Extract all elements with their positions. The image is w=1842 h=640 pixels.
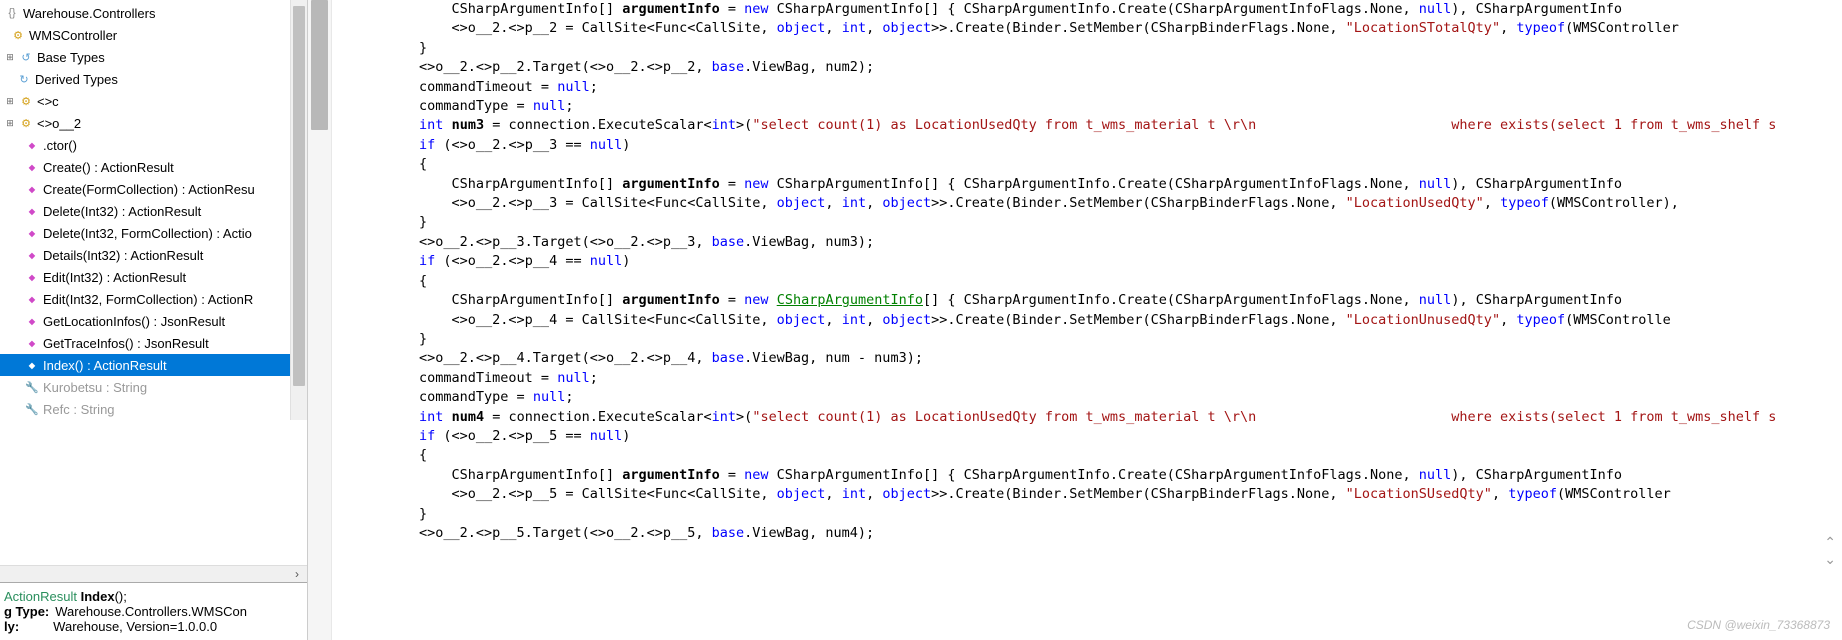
method-icon [24,335,40,351]
create-member[interactable]: Create() : ActionResult [0,156,307,178]
namespace-label: Warehouse.Controllers [23,6,155,21]
gen-c-label: <>c [37,94,59,109]
namespace-icon: {} [4,5,20,21]
sidebar-panel: {}Warehouse.Controllers ⚙WMSController ⊞… [0,0,308,640]
member-label: GetTraceInfos() : JsonResult [43,336,209,351]
method-icon [24,247,40,263]
gen-o2-label: <>o__2 [37,116,81,131]
basetypes-node[interactable]: ⊞↺Base Types [0,46,307,68]
member-label: Create() : ActionResult [43,160,174,175]
class-node[interactable]: ⚙WMSController [0,24,307,46]
property-icon: 🔧 [24,379,40,395]
edit-fc-member[interactable]: Edit(Int32, FormCollection) : ActionR [0,288,307,310]
method-icon [24,357,40,373]
horizontal-scrollbar[interactable]: › [0,565,307,582]
scroll-right-icon[interactable]: › [295,567,299,581]
type-tree[interactable]: {}Warehouse.Controllers ⚙WMSController ⊞… [0,0,307,565]
method-icon [24,225,40,241]
delete-fc-member[interactable]: Delete(Int32, FormCollection) : Actio [0,222,307,244]
expand-icon[interactable]: ⊞ [4,95,16,107]
declaring-type: g Type:Warehouse.Controllers.WMSCon [4,604,303,619]
method-icon [24,137,40,153]
signature: ActionResult Index(); [4,589,303,604]
create-fc-member[interactable]: Create(FormCollection) : ActionResu [0,178,307,200]
code-editor-panel: CSharpArgumentInfo[] argumentInfo = new … [308,0,1842,640]
watermark: CSDN @weixin_73368873 [1687,618,1830,632]
member-label: GetLocationInfos() : JsonResult [43,314,225,329]
index-member-selected[interactable]: Index() : ActionResult [0,354,307,376]
member-label: Delete(Int32, FormCollection) : Actio [43,226,252,241]
property-icon: 🔧 [24,401,40,417]
member-label: Details(Int32) : ActionResult [43,248,203,263]
prop-label: Refc : String [43,402,115,417]
editor-scrollbar[interactable] [308,0,332,640]
member-label: Edit(Int32, FormCollection) : ActionR [43,292,253,307]
member-label: .ctor() [43,138,77,153]
assembly: ly:Warehouse, Version=1.0.0.0 [4,619,303,634]
namespace-node[interactable]: {}Warehouse.Controllers [0,2,307,24]
method-icon [24,313,40,329]
member-info-panel: ActionResult Index(); g Type:Warehouse.C… [0,582,307,640]
getlocation-member[interactable]: GetLocationInfos() : JsonResult [0,310,307,332]
method-icon [24,203,40,219]
basetypes-icon: ↺ [18,49,34,65]
prop-label: Kurobetsu : String [43,380,147,395]
scrollbar-thumb[interactable] [311,0,328,130]
method-icon [24,181,40,197]
kurobetsu-prop[interactable]: 🔧Kurobetsu : String [0,376,307,398]
scrollbar-thumb[interactable] [293,6,305,386]
class-icon: ⚙ [18,93,34,109]
derivedtypes-label: Derived Types [35,72,118,87]
derivedtypes-icon: ↻ [16,71,32,87]
tree-scrollbar[interactable] [290,0,307,420]
gettrace-member[interactable]: GetTraceInfos() : JsonResult [0,332,307,354]
gen-c-node[interactable]: ⊞⚙<>c [0,90,307,112]
member-label: Create(FormCollection) : ActionResu [43,182,255,197]
member-label: Edit(Int32) : ActionResult [43,270,186,285]
expand-icon[interactable]: ⊞ [4,51,16,63]
member-label: Delete(Int32) : ActionResult [43,204,201,219]
code-editor[interactable]: CSharpArgumentInfo[] argumentInfo = new … [308,0,1842,543]
delete-member[interactable]: Delete(Int32) : ActionResult [0,200,307,222]
member-label: Index() : ActionResult [43,358,167,373]
class-label: WMSController [29,28,117,43]
nav-arrows[interactable]: ⌃⌄ [1824,534,1836,568]
derivedtypes-node[interactable]: ↻Derived Types [0,68,307,90]
refc-prop[interactable]: 🔧Refc : String [0,398,307,420]
method-icon [24,159,40,175]
gen-o2-node[interactable]: ⊞⚙<>o__2 [0,112,307,134]
method-icon [24,269,40,285]
class-icon: ⚙ [10,27,26,43]
edit-member[interactable]: Edit(Int32) : ActionResult [0,266,307,288]
expand-icon[interactable]: ⊞ [4,117,16,129]
ctor-member[interactable]: .ctor() [0,134,307,156]
class-icon: ⚙ [18,115,34,131]
basetypes-label: Base Types [37,50,105,65]
method-icon [24,291,40,307]
details-member[interactable]: Details(Int32) : ActionResult [0,244,307,266]
